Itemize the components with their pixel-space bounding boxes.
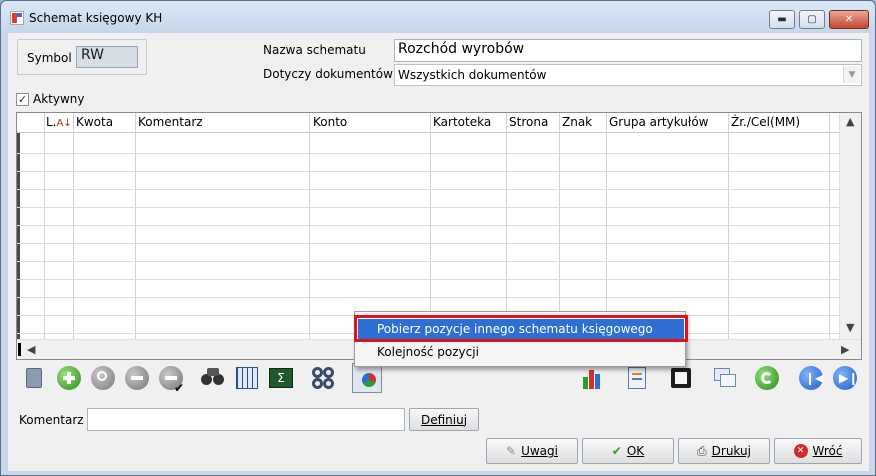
grid-row-divider [17, 171, 840, 172]
symbol-label: Symbol [27, 51, 72, 65]
check-icon: ✔ [611, 444, 622, 458]
column-header-kwota[interactable]: Kwota [74, 113, 113, 133]
delete-icon[interactable]: ✔ [158, 365, 184, 395]
column-lp-label: L. [46, 115, 57, 129]
define-button[interactable]: Definiuj [409, 408, 479, 431]
formula-icon[interactable]: Σ [268, 365, 294, 391]
scroll-up-icon[interactable]: ▲ [846, 115, 854, 128]
schema-name-input[interactable]: Rozchód wyrobów [394, 39, 862, 62]
column-header-konto[interactable]: Konto [311, 113, 347, 133]
docs-label: Dotyczy dokumentów [263, 67, 393, 81]
app-icon [10, 11, 24, 25]
drukuj-button[interactable]: ⎙ Drukuj [678, 438, 770, 464]
vertical-scrollbar[interactable]: ▲ ▼ [839, 113, 861, 339]
column-header-strona[interactable]: Strona [507, 113, 548, 133]
search-icon[interactable] [90, 365, 116, 391]
docs-select-value: Wszystkich dokumentów [398, 68, 547, 82]
last-icon[interactable]: ▶❙ [832, 365, 858, 391]
column-header-znak[interactable]: Znak [560, 113, 592, 133]
scroll-down-icon[interactable]: ▼ [846, 321, 854, 334]
docs-select[interactable]: Wszystkich dokumentów ▼ [394, 64, 862, 86]
ok-button[interactable]: ✔ OK [582, 438, 674, 464]
gears-icon[interactable] [310, 365, 336, 391]
scroll-left-icon[interactable]: ◀ [27, 343, 35, 356]
note-icon: ✎ [506, 444, 517, 458]
dialog-body: Symbol RW Nazwa schematu Rozchód wyrobów… [8, 33, 869, 471]
drukuj-button-label: Drukuj [711, 444, 751, 458]
close-button[interactable]: ✕ [829, 10, 869, 29]
grid-row-divider [17, 243, 840, 244]
schema-name-label: Nazwa schematu [263, 43, 366, 57]
minimize-button[interactable]: ▬ [769, 10, 795, 29]
first-icon[interactable]: ❙◀ [798, 365, 824, 391]
grid-row-divider [17, 279, 840, 280]
menu-item-positions-order[interactable]: Kolejność pozycji [358, 342, 684, 363]
grid-column-divider [506, 113, 507, 339]
comment-input[interactable] [87, 408, 405, 431]
define-button-label: Definiuj [420, 412, 468, 427]
grid-column-divider [135, 113, 136, 339]
symbol-field: RW [76, 46, 138, 68]
grid-row-divider [17, 207, 840, 208]
document-icon[interactable] [22, 365, 48, 391]
grid-row-divider [17, 261, 840, 262]
active-label: Aktywny [33, 92, 85, 106]
grid-column-divider [829, 113, 830, 339]
film-icon[interactable] [668, 365, 694, 391]
grid-column-divider [44, 113, 45, 339]
scroll-thumb[interactable] [18, 343, 21, 356]
wroc-button[interactable]: ✕ Wróć [774, 438, 862, 464]
bar-chart-icon[interactable] [580, 365, 606, 391]
column-header-zrodlo[interactable]: Źr./Cel(MM) [729, 113, 800, 133]
add-icon[interactable] [56, 365, 82, 391]
wroc-button-label: Wróć [812, 444, 843, 458]
grid-column-divider [309, 113, 310, 339]
comment-label: Komentarz [19, 413, 84, 427]
column-header-kartoteka[interactable]: Kartoteka [431, 113, 491, 133]
active-checkbox[interactable]: ✓ [16, 93, 29, 106]
column-header-komentarz[interactable]: Komentarz [136, 113, 203, 133]
refresh-icon[interactable] [754, 365, 780, 391]
sort-icon[interactable]: A↓ [57, 118, 72, 129]
remove-icon[interactable] [124, 365, 150, 391]
grid-column-divider [73, 113, 74, 339]
grid-row-divider [17, 297, 840, 298]
main-window: Schemat księgowy KH ▬ ▢ ✕ Symbol RW Nazw… [0, 0, 876, 476]
row-indicator [17, 113, 20, 339]
report-icon[interactable] [624, 365, 650, 391]
title-bar[interactable]: Schemat księgowy KH ▬ ▢ ✕ [1, 1, 875, 33]
printer-icon: ⎙ [697, 443, 707, 458]
maximize-button[interactable]: ▢ [799, 10, 825, 29]
cancel-icon: ✕ [793, 444, 808, 458]
grid-row-divider [17, 189, 840, 190]
chevron-down-icon[interactable]: ▼ [843, 66, 860, 83]
grid-column-divider [606, 113, 607, 339]
menu-chart-icon[interactable] [352, 363, 382, 393]
grid-row-divider [17, 225, 840, 226]
uwagi-button[interactable]: ✎ Uwagi [486, 438, 578, 464]
grid-row-divider [17, 153, 840, 154]
window-title: Schemat księgowy KH [29, 11, 163, 25]
grid-header: L.A↓ Kwota Komentarz Konto Kartoteka Str… [17, 113, 840, 133]
grid-column-divider [559, 113, 560, 339]
windows-icon[interactable] [712, 365, 738, 391]
calendar-grid-icon[interactable] [234, 365, 260, 391]
grid-column-divider [728, 113, 729, 339]
scroll-right-icon[interactable]: ▶ [841, 343, 849, 356]
uwagi-button-label: Uwagi [521, 444, 558, 458]
binoculars-icon[interactable] [200, 365, 226, 391]
column-header-grupa[interactable]: Grupa artykułów [607, 113, 708, 133]
highlight-frame [354, 315, 688, 342]
ok-button-label: OK [626, 444, 645, 458]
grid-column-divider [430, 113, 431, 339]
column-header-lp[interactable]: L.A↓ [44, 113, 72, 133]
